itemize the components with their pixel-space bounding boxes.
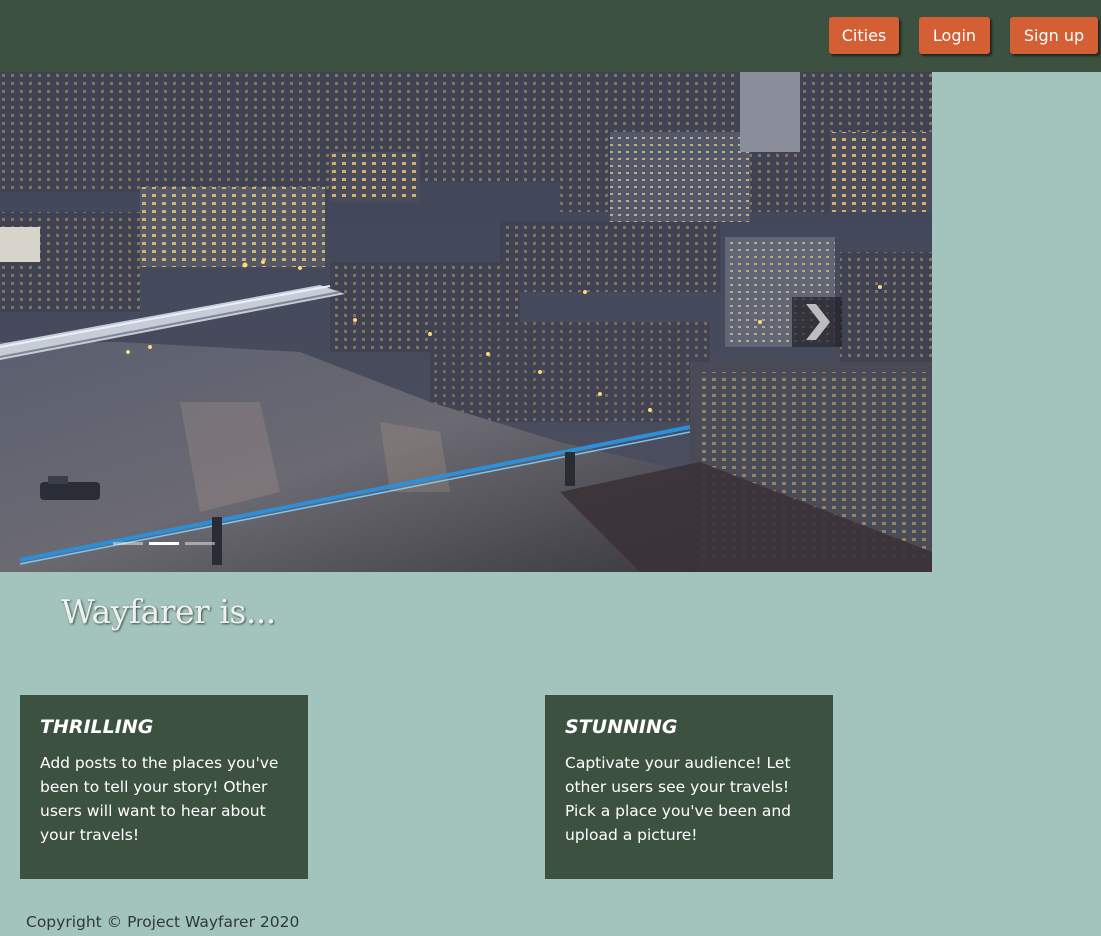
card-title: STUNNING bbox=[565, 716, 678, 738]
carousel-indicator-2[interactable] bbox=[149, 542, 179, 545]
signup-button[interactable]: Sign up bbox=[1010, 17, 1098, 54]
carousel-next-button[interactable] bbox=[792, 297, 842, 347]
feature-card-thrilling: THRILLING Add posts to the places you've… bbox=[20, 695, 308, 879]
feature-card-stunning: STUNNING Captivate your audience! Let ot… bbox=[545, 695, 833, 879]
wayfarer-headline: Wayfarer is... bbox=[61, 592, 276, 631]
footer-copyright: Copyright © Project Wayfarer 2020 bbox=[26, 913, 300, 931]
navbar: Cities Login Sign up bbox=[0, 0, 1101, 72]
card-description: Captivate your audience! Let other users… bbox=[565, 754, 791, 844]
chevron-right-icon bbox=[806, 304, 830, 340]
carousel-indicator-1[interactable] bbox=[113, 542, 143, 545]
login-button[interactable]: Login bbox=[919, 17, 990, 54]
cities-button[interactable]: Cities bbox=[829, 17, 899, 54]
card-title: THRILLING bbox=[40, 716, 154, 738]
carousel-indicator-3[interactable] bbox=[185, 542, 215, 545]
image-carousel bbox=[0, 72, 932, 572]
card-description: Add posts to the places you've been to t… bbox=[40, 754, 279, 844]
